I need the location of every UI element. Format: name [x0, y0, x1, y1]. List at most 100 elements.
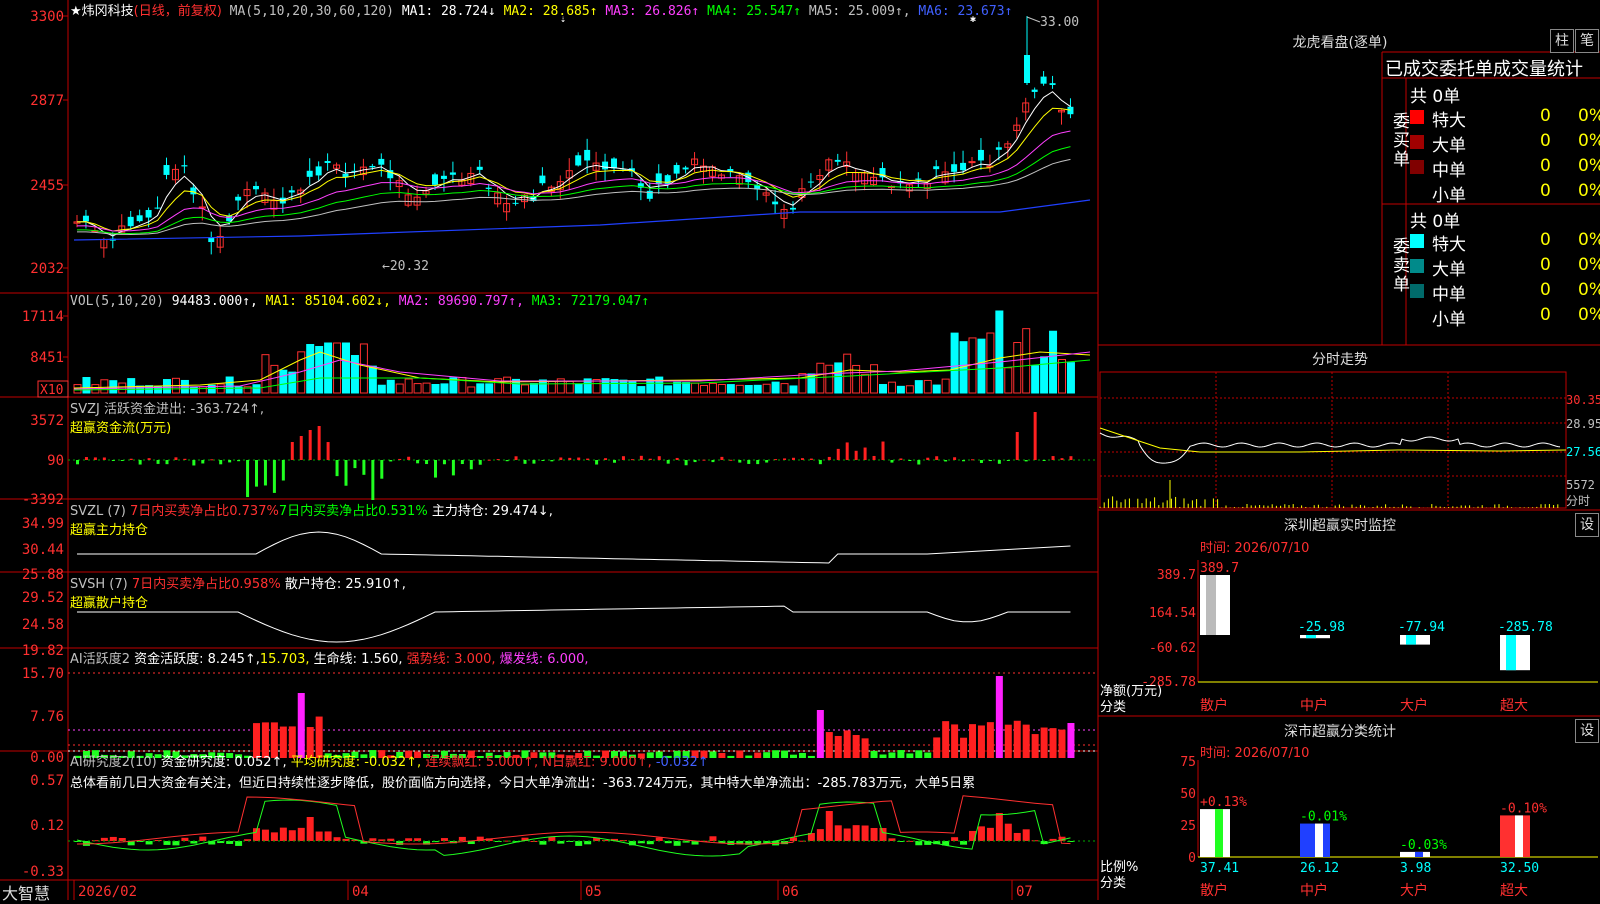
svsh-header: SVSH (7) 7日内买卖净占比0.958% 散户持仓: 25.910↑, 超…: [70, 573, 406, 611]
volume-bar: [1013, 342, 1022, 394]
sell-row-count: 0: [1540, 255, 1551, 275]
ai-active-bar: [1067, 723, 1075, 758]
ai-active-bar: [1031, 734, 1039, 758]
svsh-sub: 超赢散户持仓: [70, 596, 149, 611]
volume-bar: [1004, 367, 1013, 394]
price-axis-label: 2877: [30, 93, 64, 109]
candle-body: [995, 147, 1002, 150]
volume-bar: [619, 379, 628, 394]
candle-body: [584, 149, 591, 161]
vol-axis-label: 17114: [22, 309, 64, 325]
buy-row-name: 特大: [1432, 111, 1466, 131]
sz-monitor-category: 大户: [1400, 697, 1428, 714]
ai-research-bar: [109, 836, 117, 841]
candle-body: [154, 207, 161, 209]
svzj-bar: [854, 450, 858, 460]
sell-row-pct: 0%: [1578, 230, 1600, 250]
sz-stats-change-label: -0.01%: [1300, 810, 1347, 825]
volume-bar: [368, 365, 377, 394]
volume-bar: [700, 385, 708, 394]
volume-bar: [870, 364, 879, 394]
ai-strong-line: 强势线: 3.000,: [406, 652, 496, 667]
volume-bar: [843, 353, 852, 394]
svzj-axis-label: 90: [47, 453, 64, 469]
svzj-bar: [102, 457, 106, 460]
volume-bar: [825, 364, 834, 394]
longhu-tab-label[interactable]: 已成交委托单成交量统计: [1385, 55, 1583, 81]
candle-body: [539, 175, 546, 184]
buy-row-count: 0: [1540, 131, 1551, 151]
sz-stats-category: 超大: [1500, 883, 1528, 899]
svzj-bar: [237, 460, 241, 462]
x-axis-label: 06: [782, 884, 799, 900]
svsh-line: [77, 605, 1071, 643]
sell-row-name: 小单: [1432, 310, 1466, 330]
ai-research-bar: [333, 837, 341, 841]
ai-research-bar: [279, 827, 287, 841]
sz-monitor-axis-label: 164.54: [1149, 606, 1196, 621]
svzj-bar: [935, 456, 939, 460]
sell-row-count: 0: [1540, 230, 1551, 250]
sz-monitor-settings-button[interactable]: 设: [1575, 513, 1599, 537]
sell-color-swatch: [1410, 284, 1424, 298]
ai-research-bar: [655, 837, 663, 841]
volume-bar: [413, 383, 422, 394]
sz-stats-settings-button[interactable]: 设: [1575, 719, 1599, 743]
svzj-bar: [630, 459, 634, 461]
svzj-bar: [979, 460, 983, 463]
svzj-bar: [827, 456, 831, 460]
sz-stats-category: 散户: [1200, 882, 1228, 899]
ai-active-bars: [74, 676, 1075, 758]
candle-body: [968, 161, 976, 164]
sz-stats-value-label: 37.41: [1200, 861, 1239, 876]
svzj-bar: [353, 460, 357, 469]
ma2-line: [76, 107, 1071, 232]
volume-bar: [1031, 365, 1040, 394]
sz-stats-time: 时间: 2026/07/10: [1200, 746, 1310, 761]
candle-body: [1049, 83, 1056, 85]
svzj-bar: [380, 460, 384, 479]
volume-bar: [386, 379, 395, 394]
ai-research-bar: [270, 832, 278, 841]
sz-monitor-axis-label: 389.7: [1157, 568, 1196, 583]
sz-stats-change-label: -0.03%: [1400, 838, 1447, 853]
svzj-bar: [1042, 460, 1046, 461]
candle-body: [432, 174, 438, 185]
candle-body: [1031, 89, 1038, 92]
svzj-bar: [281, 460, 285, 481]
ai-active-bar: [1013, 720, 1021, 758]
svzj-bar: [783, 458, 787, 460]
bar-mode-button[interactable]: 柱: [1550, 29, 1574, 53]
volume-bar: [726, 384, 735, 394]
vol-ma-values: MA1: 85104.602↓, MA2: 89690.797↑, MA3: 7…: [266, 294, 650, 309]
svzj-bar: [693, 460, 697, 463]
svzj-bar: [111, 460, 115, 461]
ai-research-bar: [951, 837, 959, 841]
candle-body: [682, 167, 689, 170]
intraday-price-line: [1099, 432, 1561, 464]
line-mode-button[interactable]: 笔: [1575, 29, 1599, 53]
ai-research-bar: [306, 817, 314, 841]
period-label[interactable]: (日线，前复权): [134, 4, 222, 19]
svzj-bar: [863, 447, 867, 460]
svsh-ratio: 7日内买卖净占比0.958%: [131, 577, 281, 592]
svzj-bar: [308, 430, 312, 460]
volume-bar: [995, 310, 1004, 394]
svzj-bar: [505, 460, 509, 462]
svzl-sub: 超赢主力持仓: [70, 523, 149, 538]
svzj-bar: [872, 455, 876, 460]
ai-research-bar: [584, 841, 592, 845]
ai-research-bar: [1022, 829, 1030, 841]
ai-active-axis-label: 15.70: [22, 666, 64, 682]
volume-bar: [977, 338, 986, 394]
svzj-bar: [890, 460, 894, 463]
volume-bar: [342, 342, 350, 394]
svzj-bar: [944, 460, 948, 462]
volume-bar: [834, 362, 843, 394]
svsh-axis-label: 19.82: [22, 643, 64, 659]
svzj-bar: [621, 456, 625, 460]
svzj-bar: [523, 460, 527, 464]
sz-monitor-value-label: -285.78: [1498, 620, 1553, 635]
candle-body: [1040, 76, 1047, 84]
intraday-avg-line: [1099, 427, 1567, 453]
